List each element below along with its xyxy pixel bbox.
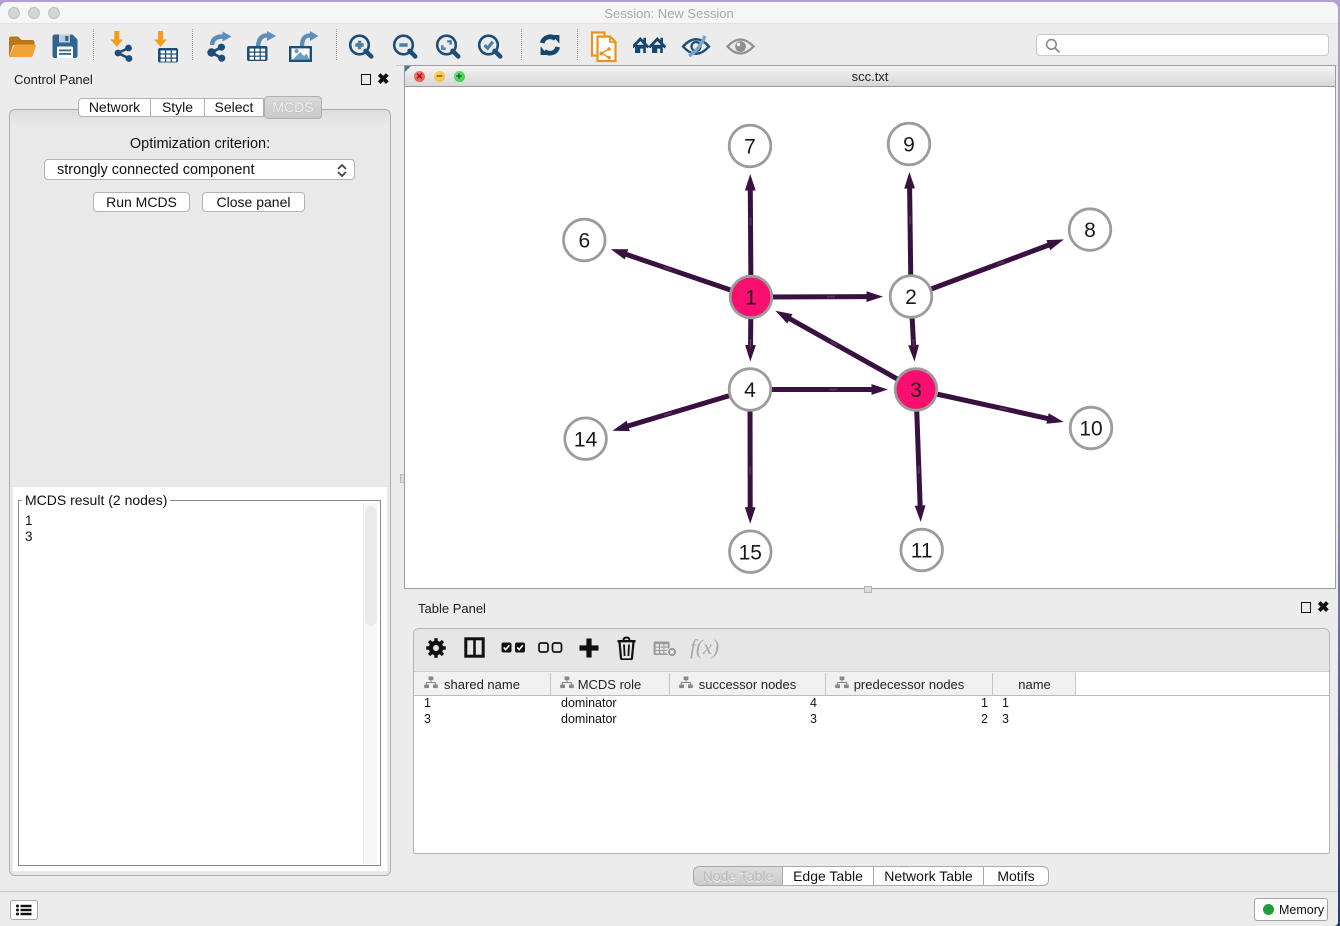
svg-text:1: 1: [745, 287, 757, 310]
svg-text:3: 3: [910, 379, 922, 402]
svg-text:7: 7: [744, 136, 756, 159]
svg-text:11: 11: [911, 540, 933, 563]
svg-text:2: 2: [905, 286, 917, 309]
svg-text:4: 4: [744, 379, 756, 402]
svg-text:15: 15: [739, 541, 762, 564]
svg-text:6: 6: [578, 230, 590, 253]
svg-text:9: 9: [903, 134, 915, 157]
svg-text:8: 8: [1084, 219, 1096, 242]
svg-text:14: 14: [574, 428, 598, 451]
svg-text:10: 10: [1079, 418, 1102, 441]
